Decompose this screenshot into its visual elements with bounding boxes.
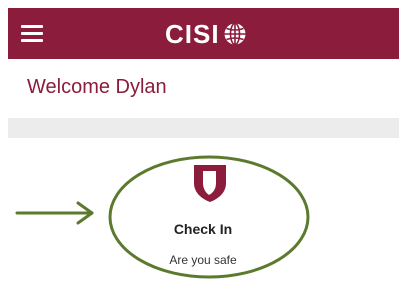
section-divider (8, 118, 399, 138)
hamburger-menu-icon[interactable] (21, 25, 43, 42)
check-in-title: Check In (173, 221, 233, 237)
brand-name: CISI (165, 18, 220, 49)
welcome-message: Welcome Dylan (27, 76, 167, 98)
check-in-subtitle: Are you safe (169, 253, 237, 267)
pointer-arrow-icon (15, 201, 94, 225)
cisi-logo: CISI (165, 18, 247, 50)
app-header: CISI (8, 8, 399, 59)
shield-icon (194, 165, 226, 202)
globe-icon (224, 22, 246, 46)
